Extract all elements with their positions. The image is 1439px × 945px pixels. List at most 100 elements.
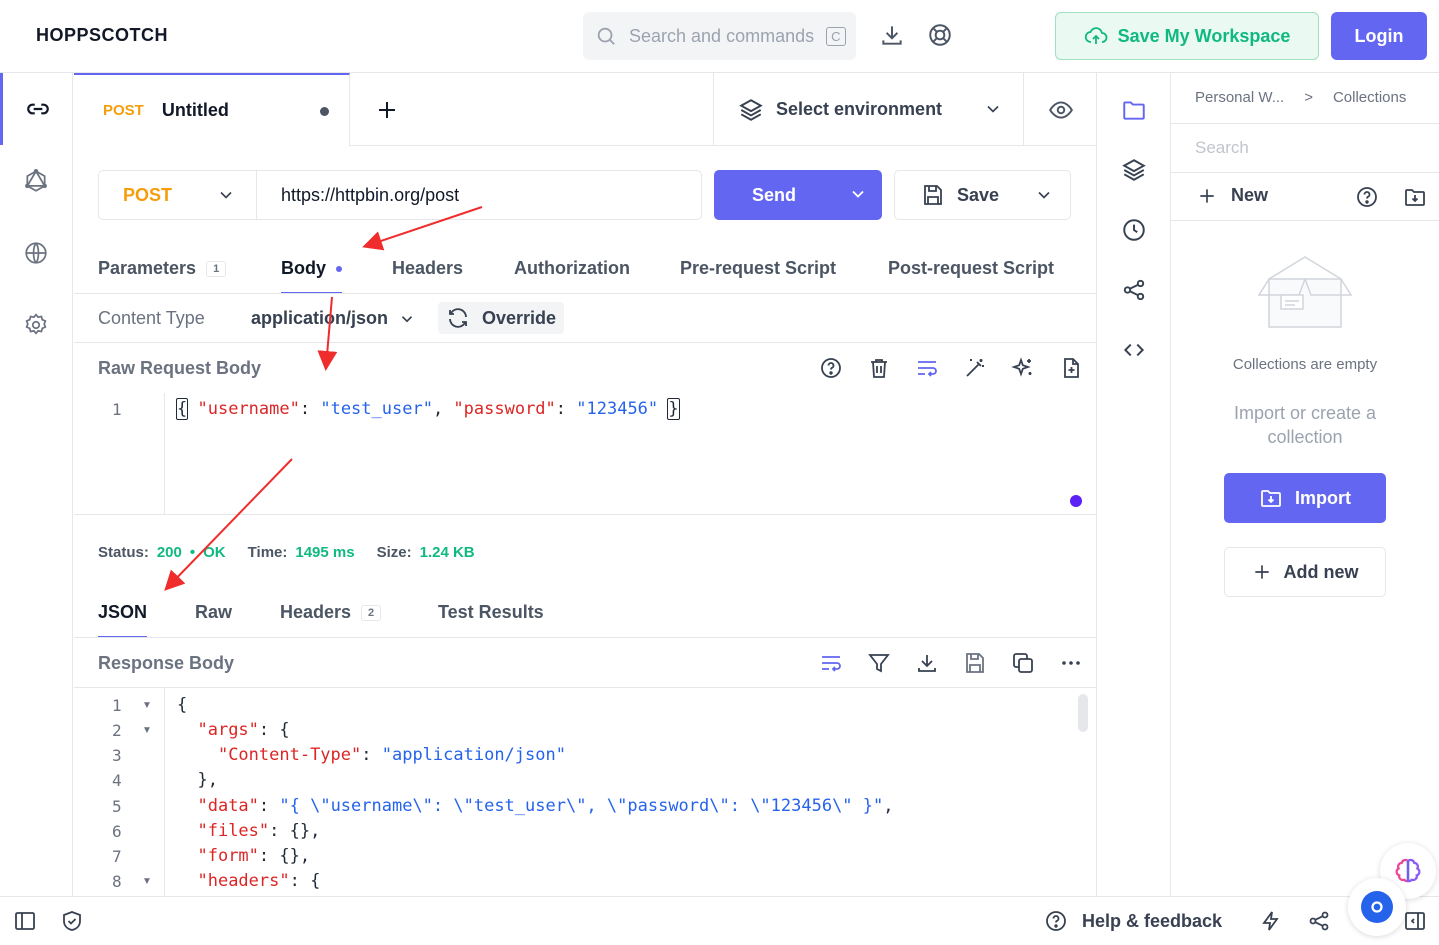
tab-body[interactable]: Body: [281, 258, 342, 294]
chat-icon: [1361, 891, 1393, 923]
tab-test-results[interactable]: Test Results: [438, 602, 544, 638]
eye-icon[interactable]: [1048, 97, 1074, 123]
request-tab[interactable]: POST Untitled: [74, 73, 350, 146]
panel-toggle-icon[interactable]: [1403, 909, 1427, 933]
wrap-lines-icon[interactable]: [818, 650, 844, 676]
wrap-lines-icon[interactable]: [914, 355, 940, 381]
file-plus-icon[interactable]: [1058, 355, 1084, 381]
chevron-down-icon: [398, 310, 416, 328]
brace: {: [175, 398, 189, 420]
folder-import-icon[interactable]: [1403, 185, 1427, 209]
tab-headers[interactable]: Headers: [392, 258, 463, 294]
fold-icon[interactable]: ▼: [142, 700, 152, 711]
line-number: 6: [112, 822, 122, 841]
download-icon[interactable]: [914, 650, 940, 676]
collections-search-input[interactable]: Search: [1171, 123, 1439, 173]
line-number: 8: [112, 872, 122, 891]
filter-icon[interactable]: [866, 650, 892, 676]
json-string: "application/json": [381, 745, 566, 765]
override-label: Override: [482, 307, 557, 328]
app-logo[interactable]: HOPPSCOTCH: [36, 25, 168, 46]
brain-icon: [1393, 856, 1423, 886]
collections-toolbar: New: [1171, 173, 1439, 221]
clock-icon[interactable]: [1121, 217, 1147, 243]
help-icon[interactable]: [818, 355, 844, 381]
tab-response-headers[interactable]: Headers 2: [280, 602, 382, 638]
breadcrumb-workspace[interactable]: Personal W...: [1195, 89, 1284, 106]
nav-realtime[interactable]: [0, 217, 72, 289]
nav-rest[interactable]: [0, 73, 72, 145]
time-label: Time:: [247, 544, 288, 561]
save-workspace-label: Save My Workspace: [1117, 25, 1291, 46]
chevron-down-icon: [216, 185, 236, 205]
tab-json[interactable]: JSON: [98, 602, 148, 638]
help-icon[interactable]: [1355, 185, 1379, 209]
method-selector[interactable]: POST: [98, 170, 256, 220]
fold-icon[interactable]: ▼: [142, 725, 152, 736]
add-tab-icon[interactable]: [374, 97, 400, 123]
magic-wand-icon[interactable]: [962, 355, 988, 381]
code-icon[interactable]: [1121, 337, 1147, 363]
empty-subtitle: Import or create a collection: [1233, 403, 1377, 447]
response-body-editor[interactable]: 1 ▼ 2 ▼ 3 4 5 6 7 8 ▼ { "args": { "Conte…: [74, 688, 1096, 896]
send-button[interactable]: Send: [714, 170, 882, 220]
environment-selector[interactable]: Select environment: [713, 73, 1024, 146]
sidebar-toggle-icon[interactable]: [13, 909, 37, 933]
json-key: "form": [197, 846, 259, 866]
search-shortcut: C: [826, 26, 846, 46]
shield-check-icon[interactable]: [60, 909, 84, 933]
content-type-row: Content Type application/json Override: [74, 293, 1096, 343]
environment-label: Select environment: [776, 99, 943, 119]
breadcrumb-collections[interactable]: Collections: [1333, 89, 1406, 106]
tab-post-request-script[interactable]: Post-request Script: [888, 258, 1054, 294]
import-button[interactable]: Import: [1224, 473, 1386, 523]
url-input[interactable]: https://httpbin.org/post: [256, 170, 702, 220]
tab-parameters[interactable]: Parameters 1: [98, 258, 227, 294]
more-icon[interactable]: [1058, 650, 1084, 676]
tab-raw[interactable]: Raw: [195, 602, 232, 638]
floppy-icon[interactable]: [962, 650, 988, 676]
send-label: Send: [752, 184, 797, 205]
save-button[interactable]: Save: [894, 170, 1071, 220]
refresh-icon: [446, 306, 470, 330]
help-feedback-button[interactable]: Help & feedback: [1044, 909, 1222, 933]
graphql-icon: [23, 168, 49, 194]
line-number: 1: [112, 400, 122, 419]
trash-icon[interactable]: [866, 355, 892, 381]
add-new-button[interactable]: Add new: [1224, 547, 1386, 597]
folder-icon[interactable]: [1121, 97, 1147, 123]
content-type-select[interactable]: application/json: [251, 308, 416, 329]
fold-icon[interactable]: ▼: [142, 876, 152, 887]
chevron-down-icon[interactable]: [848, 184, 868, 204]
override-button[interactable]: Override: [438, 302, 564, 334]
status-dot: [1070, 495, 1082, 507]
download-icon[interactable]: [879, 22, 905, 48]
layers-icon[interactable]: [1121, 157, 1147, 183]
lightning-icon[interactable]: [1259, 909, 1283, 933]
line-number: 7: [112, 847, 122, 866]
help-icon: [1044, 909, 1068, 933]
layers-icon: [738, 97, 764, 123]
code-line: {: [177, 695, 187, 715]
new-collection-button[interactable]: New: [1197, 185, 1268, 206]
share-icon[interactable]: [1307, 909, 1331, 933]
nav-settings[interactable]: [0, 289, 72, 361]
tab-authorization[interactable]: Authorization: [514, 258, 630, 294]
lifebuoy-icon[interactable]: [927, 22, 953, 48]
tab-pre-request-script[interactable]: Pre-request Script: [680, 258, 836, 294]
save-workspace-button[interactable]: Save My Workspace: [1055, 12, 1319, 60]
tab-label: Pre-request Script: [680, 258, 837, 278]
json-punct: :: [299, 399, 321, 419]
code-line: },: [177, 770, 217, 790]
nav-graphql[interactable]: [0, 145, 72, 217]
share-icon[interactable]: [1121, 277, 1147, 303]
sparkles-icon[interactable]: [1010, 355, 1036, 381]
copy-icon[interactable]: [1010, 650, 1036, 676]
chat-support-button[interactable]: [1348, 878, 1406, 936]
unsaved-dot[interactable]: [320, 107, 329, 116]
search-bar[interactable]: Search and commands C: [583, 12, 856, 60]
raw-body-editor[interactable]: 1 { "username": "test_user", "password":…: [74, 393, 1096, 515]
scrollbar-thumb[interactable]: [1078, 694, 1088, 732]
login-button[interactable]: Login: [1331, 12, 1427, 60]
json-string: "123456": [576, 399, 659, 419]
